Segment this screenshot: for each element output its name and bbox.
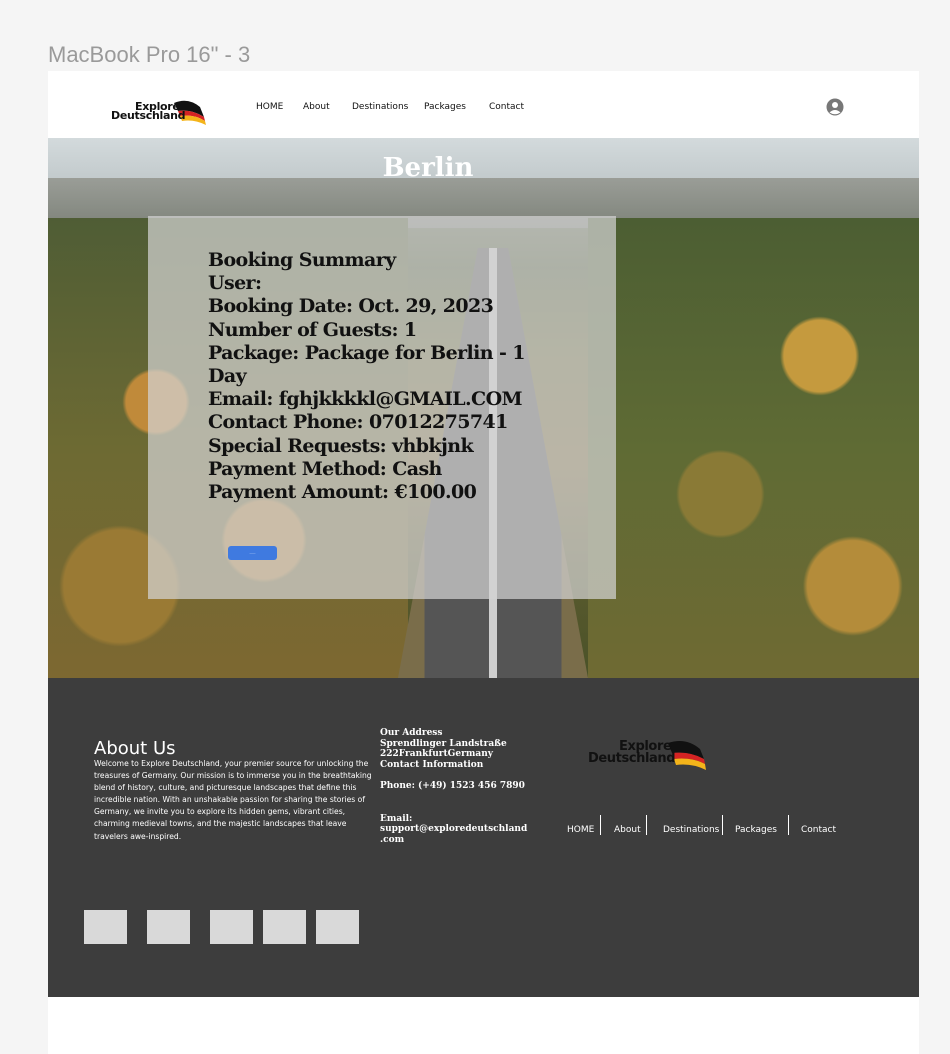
social-placeholder-4[interactable] [263,910,306,944]
summary-action-button[interactable]: —— [228,546,277,560]
page-frame: Explore Deutschland HOME About Destinati… [48,71,919,1054]
social-placeholder-3[interactable] [210,910,253,944]
footer-nav-divider [722,815,723,835]
footer-nav-packages[interactable]: Packages [735,825,777,835]
footer-nav-about[interactable]: About [614,825,641,835]
hero-section: Berlin Booking Summary User: Booking Dat… [48,138,919,678]
site-footer: About Us Welcome to Explore Deutschland,… [48,678,919,997]
social-placeholder-1[interactable] [84,910,127,944]
nav-about[interactable]: About [303,102,330,112]
user-circle-icon[interactable] [826,98,844,116]
contact-email[interactable]: support@exploredeutschland [380,824,530,835]
summary-payment-amount: Payment Amount: €100.00 [208,481,477,504]
summary-user: User: [208,272,262,295]
address-heading: Our Address [380,728,443,738]
summary-date: Booking Date: Oct. 29, 2023 [208,295,494,318]
footer-nav-divider [788,815,789,835]
summary-phone: Contact Phone: 07012275741 [208,411,508,434]
booking-summary-card: Booking Summary User: Booking Date: Oct.… [148,216,616,599]
address-line1: Sprendlinger Landstraße [380,738,507,749]
brand-logo[interactable]: Explore Deutschland [110,99,206,127]
frame-label: MacBook Pro 16" - 3 [48,42,251,67]
contact-email-tail[interactable]: .com [380,835,530,846]
contact-heading: Contact Information [380,759,484,770]
hero-title: Berlin [382,153,474,183]
footer-brand-line2: Deutschland [588,751,676,766]
address-line2: 222FrankfurtGermany [380,749,493,759]
social-placeholder-2[interactable] [147,910,190,944]
social-placeholder-5[interactable] [316,910,359,944]
summary-package: Package: Package for Berlin - 1 [208,341,525,364]
nav-destinations[interactable]: Destinations [352,102,408,112]
about-title: About Us [94,738,176,759]
brand-line2: Deutschland [111,109,186,122]
footer-nav-destinations[interactable]: Destinations [663,825,719,835]
summary-guests: Number of Guests: 1 [208,318,417,341]
summary-email: Email: fghjkkkkl@GMAIL.COM [208,388,523,411]
contact-email-label: Email: [380,813,413,824]
summary-action-label: —— [249,551,256,555]
contact-phone: Phone: (+49) 1523 456 7890 [380,781,525,791]
hero-trees-right [588,218,919,678]
footer-nav-contact[interactable]: Contact [801,825,836,835]
nav-contact[interactable]: Contact [489,102,524,112]
address-block: Our Address Sprendlinger Landstraße 222F… [380,728,530,845]
summary-heading: Booking Summary [208,249,396,271]
footer-nav-home[interactable]: HOME [567,825,594,835]
booking-summary-lines: Booking Summary User: Booking Date: Oct.… [208,249,538,504]
site-header: Explore Deutschland HOME About Destinati… [48,71,919,138]
about-text: Welcome to Explore Deutschland, your pre… [94,759,372,841]
summary-package-cont: Day [208,365,247,388]
summary-requests: Special Requests: vhbkjnk [208,434,474,457]
nav-home[interactable]: HOME [256,102,283,112]
summary-payment-method: Payment Method: Cash [208,457,442,480]
footer-nav-divider [646,815,647,835]
nav-packages[interactable]: Packages [424,102,466,112]
footer-nav-divider [600,815,601,835]
footer-brand-logo[interactable]: Explore Deutschland [586,739,706,773]
